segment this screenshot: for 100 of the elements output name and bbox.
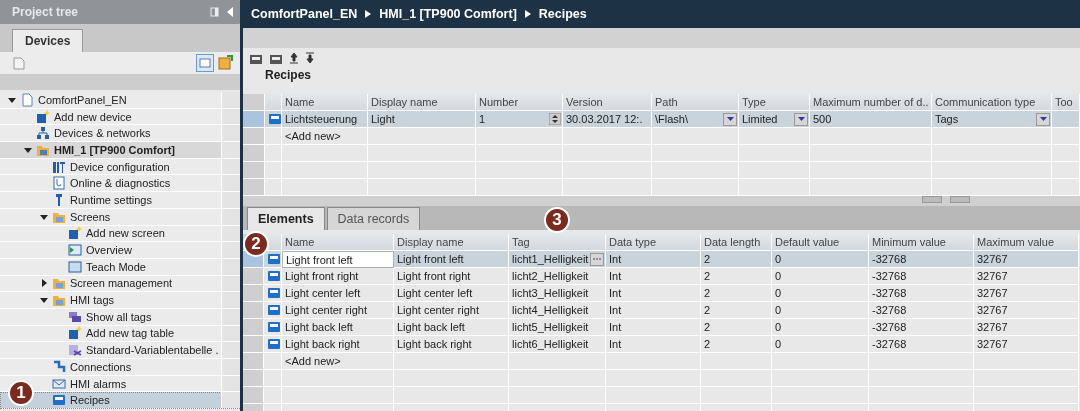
add-icon xyxy=(68,326,82,341)
connection-icon xyxy=(52,359,66,374)
column-header[interactable]: Version xyxy=(563,94,652,111)
breadcrumb-item[interactable]: Recipes xyxy=(538,7,587,21)
table-cell: Light back right xyxy=(282,336,394,353)
new-page-icon[interactable] xyxy=(12,56,26,70)
tag-field[interactable]: licht1_Helligkeit xyxy=(509,251,606,268)
tree-item[interactable]: HMI_1 [TP900 Comfort] xyxy=(0,142,240,159)
column-header[interactable]: Display name xyxy=(368,94,476,111)
table-cell: Light xyxy=(368,111,476,128)
breadcrumb-item[interactable]: HMI_1 [TP900 Comfort] xyxy=(379,7,517,21)
collapse-arrow-icon[interactable] xyxy=(40,212,48,221)
table-cell: Light center right xyxy=(282,302,394,319)
column-header[interactable]: Name xyxy=(282,234,394,251)
add-icon xyxy=(36,109,50,124)
table-cell: 0 xyxy=(772,251,869,268)
move-down-icon[interactable] xyxy=(305,52,315,64)
collapse-arrow-icon[interactable] xyxy=(40,296,48,305)
table-cell: licht4_Helligkeit xyxy=(509,302,606,319)
table-cell: Light center right xyxy=(394,302,509,319)
column-header[interactable]: Type xyxy=(739,94,810,111)
tree-item[interactable]: Online & diagnostics xyxy=(0,175,240,193)
table-cell: Lichtsteuerung xyxy=(282,111,368,128)
table-cell: Light front left xyxy=(394,251,509,268)
column-header[interactable]: Number xyxy=(476,94,563,111)
table-cell: 500 xyxy=(810,111,932,128)
tree-item[interactable]: ComfortPanel_EN xyxy=(0,92,240,109)
screen-icon xyxy=(68,259,82,274)
table-cell: 2 xyxy=(701,319,772,336)
config-icon xyxy=(52,159,66,174)
tree-item[interactable]: Runtime settings xyxy=(0,192,240,209)
folder-icon xyxy=(52,293,66,308)
table-cell: 32767 xyxy=(974,285,1079,302)
column-header[interactable]: Path xyxy=(652,94,739,111)
caret-icon xyxy=(797,117,805,121)
panel-title: Project tree xyxy=(12,5,80,19)
table-cell: licht2_Helligkeit xyxy=(509,268,606,285)
pin-icon[interactable] xyxy=(210,7,220,17)
add-new-row[interactable]: <Add new> xyxy=(282,353,394,370)
tree-item[interactable]: HMI tags xyxy=(0,292,240,309)
caret-icon xyxy=(1039,117,1047,121)
table-cell: -32768 xyxy=(869,336,974,353)
column-header[interactable]: Data length xyxy=(701,234,772,251)
name-input[interactable]: Light front left xyxy=(282,251,394,268)
splitter-down-button[interactable] xyxy=(950,196,970,203)
expand-arrow-icon[interactable] xyxy=(40,279,48,288)
add-icon xyxy=(68,226,82,241)
add-new-row[interactable]: <Add new> xyxy=(282,128,368,145)
column-header[interactable]: Tag xyxy=(509,234,606,251)
column-header[interactable]: Maximum value xyxy=(974,234,1079,251)
table-cell: Int xyxy=(606,336,701,353)
table-cell: -32768 xyxy=(869,285,974,302)
column-header[interactable]: Name xyxy=(282,94,368,111)
column-header[interactable]: Display name xyxy=(394,234,509,251)
table-cell: 32767 xyxy=(974,302,1079,319)
table-cell: Int xyxy=(606,285,701,302)
column-header[interactable]: Too xyxy=(1052,94,1080,111)
tag-table-icon xyxy=(68,343,82,358)
diagnostics-icon xyxy=(52,176,66,191)
table-cell: 32767 xyxy=(974,336,1079,353)
breadcrumb-item[interactable]: ComfortPanel_EN xyxy=(251,7,358,21)
table-cell: Light back right xyxy=(394,336,509,353)
list-view-icon[interactable] xyxy=(196,54,214,72)
table-cell: licht6_Helligkeit xyxy=(509,336,606,353)
tree-item[interactable]: Devices & networks xyxy=(0,125,240,143)
table-icon[interactable] xyxy=(218,55,234,71)
move-up-icon[interactable] xyxy=(289,52,299,64)
table-cell: Int xyxy=(606,268,701,285)
tab[interactable]: Data records xyxy=(326,207,421,230)
table-cell: Light front right xyxy=(394,268,509,285)
dropdown-button[interactable] xyxy=(723,112,737,126)
column-header[interactable]: Default value xyxy=(772,234,869,251)
collapse-arrow-icon[interactable] xyxy=(24,145,32,154)
column-header[interactable]: Communication type xyxy=(932,94,1052,111)
dropdown-field[interactable]: Limited xyxy=(739,111,810,128)
column-header[interactable]: Data type xyxy=(606,234,701,251)
table-cell xyxy=(265,162,282,179)
dropdown-field[interactable]: Tags xyxy=(932,111,1052,128)
table-cell: 0 xyxy=(772,319,869,336)
table-cell: 0 xyxy=(772,268,869,285)
tab[interactable]: Devices xyxy=(12,29,84,52)
spinner-icon[interactable] xyxy=(549,113,561,125)
table-cell: 32767 xyxy=(974,319,1079,336)
column-header[interactable]: Minimum value xyxy=(869,234,974,251)
tree-item[interactable]: Overview xyxy=(0,242,240,259)
table-cell: licht3_Helligkeit xyxy=(509,285,606,302)
browse-button[interactable] xyxy=(590,252,604,266)
tree-item[interactable]: Connections xyxy=(0,359,240,376)
dropdown-button[interactable] xyxy=(1036,112,1050,126)
column-header[interactable]: Maximum number of d.. xyxy=(810,94,932,111)
tree-item[interactable]: Standard-Variablentabelle . xyxy=(0,342,240,359)
table-cell: 0 xyxy=(772,285,869,302)
table-cell xyxy=(265,145,282,162)
tab[interactable]: Elements xyxy=(247,207,325,230)
number-field[interactable]: 1 xyxy=(476,111,563,128)
dropdown-button[interactable] xyxy=(794,112,808,126)
collapse-arrow-icon[interactable] xyxy=(8,95,16,104)
table-cell: licht5_Helligkeit xyxy=(509,319,606,336)
splitter-up-button[interactable] xyxy=(922,196,942,203)
dropdown-field[interactable]: \Flash\ xyxy=(652,111,739,128)
